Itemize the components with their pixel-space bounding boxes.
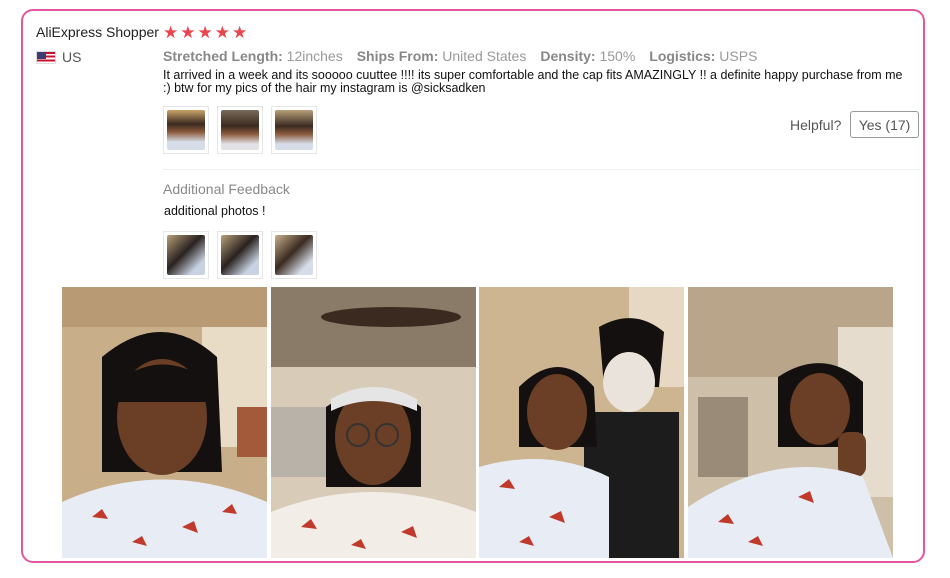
- additional-thumbnails: [163, 231, 317, 279]
- review-photo[interactable]: [479, 287, 684, 558]
- star-icon: ★: [214, 23, 230, 42]
- helpful-label: Helpful?: [790, 117, 842, 133]
- reviewer-country: US: [36, 49, 81, 65]
- section-divider: [163, 169, 920, 170]
- helpful-yes-button[interactable]: Yes (17): [850, 111, 919, 138]
- star-icon: ★: [197, 23, 213, 42]
- review-photo[interactable]: [271, 287, 476, 558]
- product-attributes: Stretched Length: 12inches Ships From: U…: [163, 48, 757, 64]
- additional-feedback-title: Additional Feedback: [163, 181, 290, 197]
- star-icon: ★: [180, 23, 196, 42]
- photo-thumbnail[interactable]: [217, 106, 263, 154]
- review-text: It arrived in a week and its sooooo cuut…: [163, 68, 903, 95]
- photo-thumbnail[interactable]: [163, 231, 209, 279]
- star-icon: ★: [163, 23, 179, 42]
- photo-thumbnail[interactable]: [271, 106, 317, 154]
- photo-thumbnail[interactable]: [217, 231, 263, 279]
- rating-stars: ★ ★ ★ ★ ★: [163, 24, 247, 41]
- star-icon: ★: [232, 23, 248, 42]
- photo-thumbnail[interactable]: [163, 106, 209, 154]
- review-photo[interactable]: [62, 287, 267, 558]
- photo-thumbnail[interactable]: [271, 231, 317, 279]
- country-label: US: [62, 49, 82, 65]
- attribute-item: Density: 150%: [540, 48, 636, 64]
- additional-feedback-text: additional photos !: [164, 204, 266, 218]
- review-photo[interactable]: [688, 287, 893, 558]
- reviewer-name: AliExpress Shopper: [36, 24, 159, 40]
- us-flag-icon: [36, 50, 56, 64]
- attribute-item: Logistics: USPS: [649, 48, 758, 64]
- attribute-item: Ships From: United States: [356, 48, 527, 64]
- attribute-item: Stretched Length: 12inches: [163, 48, 343, 64]
- review-thumbnails: [163, 106, 317, 154]
